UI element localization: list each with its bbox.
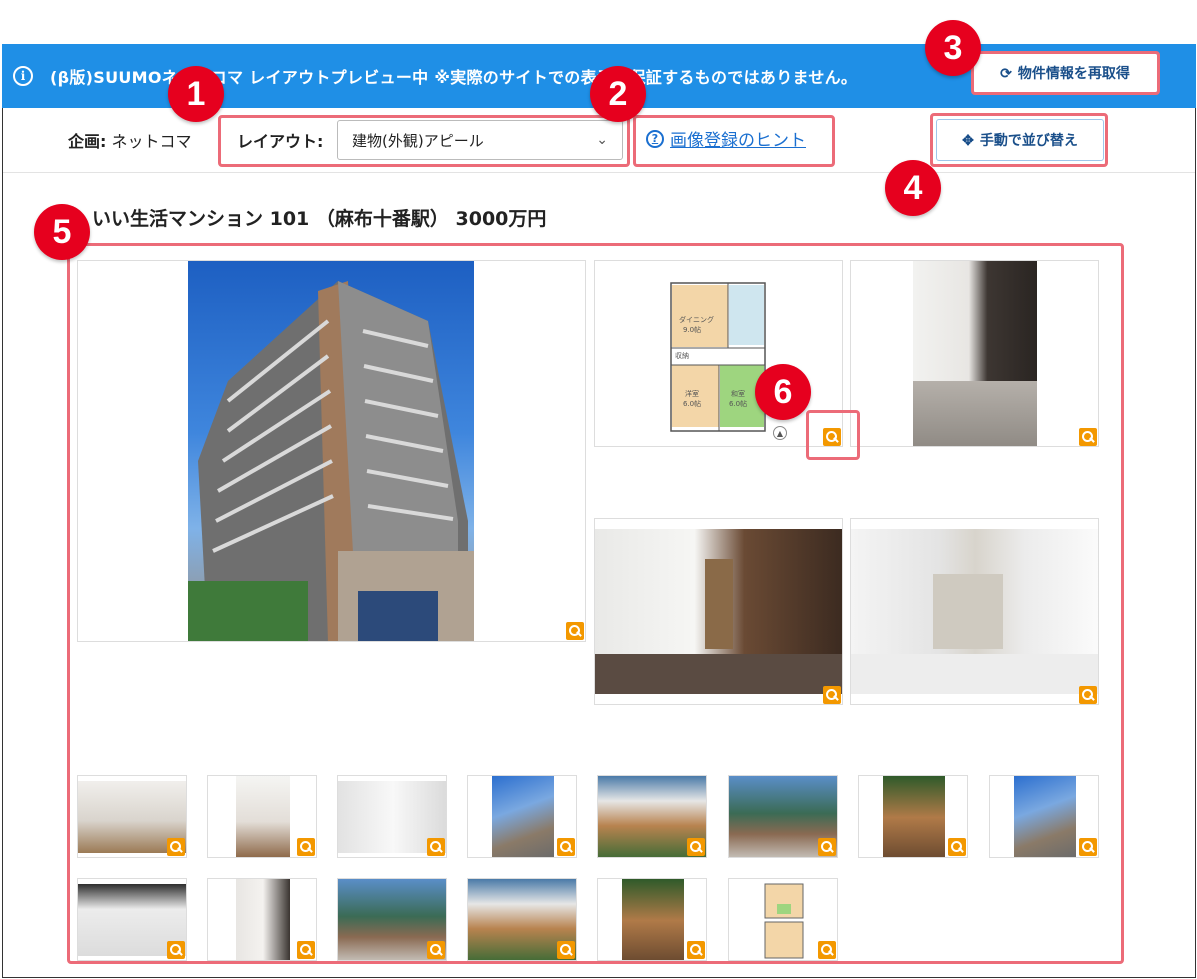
callout-badge-4: 4 — [885, 160, 941, 216]
plan-info: 企画: ネットコマ — [68, 128, 192, 152]
callout-badge-3: 3 — [925, 20, 981, 76]
callout-box-zoom — [806, 410, 860, 460]
callout-box-gallery — [67, 243, 1124, 964]
callout-box-hint — [633, 115, 835, 167]
toolbar-divider — [3, 172, 1195, 173]
callout-badge-5: 5 — [34, 204, 90, 260]
callout-box-layout — [218, 115, 630, 167]
callout-box-refetch — [971, 51, 1160, 95]
callout-badge-2: 2 — [590, 66, 646, 122]
plan-key: 企画: — [68, 132, 107, 151]
property-title: いい生活マンション 101 （麻布十番駅） 3000万円 — [92, 208, 547, 230]
callout-badge-6: 6 — [755, 364, 811, 420]
callout-box-sort — [930, 113, 1108, 167]
callout-badge-1: 1 — [168, 66, 224, 122]
info-icon: i — [13, 66, 33, 86]
plan-value: ネットコマ — [111, 132, 192, 151]
